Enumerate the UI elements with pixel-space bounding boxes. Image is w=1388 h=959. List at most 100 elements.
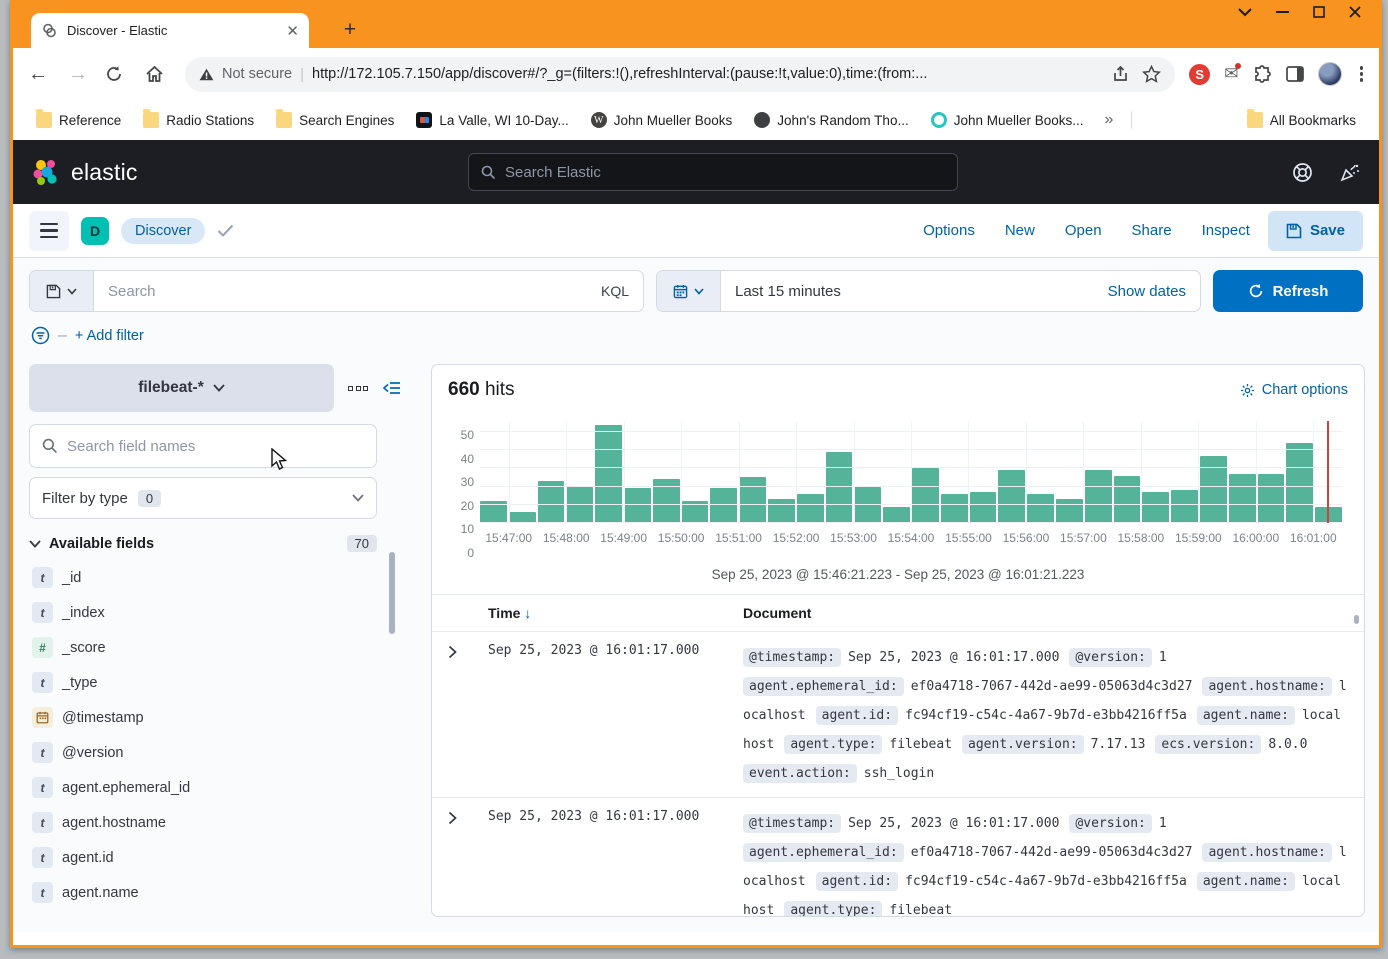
tab-close-icon[interactable]: ✕ (286, 22, 299, 40)
space-badge[interactable]: D (81, 217, 109, 245)
newsfeed-icon[interactable] (1339, 162, 1361, 183)
collapse-sidebar-icon[interactable] (382, 381, 401, 395)
date-quick-select-button[interactable] (657, 271, 721, 311)
bookmark-item[interactable]: Reference (27, 108, 130, 132)
menu-link-new[interactable]: New (1005, 222, 1035, 239)
field-item[interactable]: t_index (29, 595, 401, 630)
histogram-bar[interactable] (970, 492, 997, 523)
field-item[interactable]: tagent.ephemeral_id (29, 770, 401, 805)
field-item[interactable]: tagent.id (29, 840, 401, 875)
menu-link-share[interactable]: Share (1132, 222, 1172, 239)
menu-link-open[interactable]: Open (1065, 222, 1102, 239)
save-button[interactable]: Save (1268, 211, 1363, 251)
histogram-bar[interactable] (826, 452, 853, 523)
bookmarks-overflow-chevron[interactable]: » (1097, 111, 1122, 129)
histogram-bar[interactable] (1142, 492, 1169, 523)
filter-menu-icon[interactable] (31, 326, 50, 345)
extension-mail-icon[interactable]: ✉ (1224, 64, 1238, 84)
histogram-bar[interactable] (912, 468, 939, 523)
histogram-bar[interactable] (624, 488, 651, 523)
field-item[interactable]: tagent.hostname (29, 805, 401, 840)
time-range-value[interactable]: Last 15 minutes (721, 271, 1094, 311)
histogram-bar[interactable] (1027, 494, 1054, 523)
reload-button[interactable] (105, 65, 131, 83)
browser-menu-icon[interactable] (1356, 66, 1368, 82)
add-filter-button[interactable]: + Add filter (75, 328, 144, 344)
histogram-bar[interactable] (538, 481, 565, 523)
bookmark-item[interactable]: John Mueller Books... (922, 108, 1093, 132)
index-pattern-selector[interactable]: filebeat-* (29, 364, 334, 412)
nav-menu-icon[interactable] (29, 211, 69, 251)
histogram-bar[interactable] (1258, 474, 1285, 523)
address-bar[interactable]: Not secure | http://172.105.7.150/app/di… (185, 57, 1175, 92)
menu-link-inspect[interactable]: Inspect (1202, 222, 1250, 239)
query-language-button[interactable]: KQL (587, 271, 643, 311)
chart-options-button[interactable]: Chart options (1240, 382, 1348, 398)
histogram-bar[interactable] (710, 488, 737, 523)
sidebar-scrollbar[interactable] (389, 552, 395, 634)
expand-row-icon[interactable] (448, 809, 488, 917)
field-item[interactable]: tagent.name (29, 875, 401, 910)
bookmark-item[interactable]: Search Engines (267, 108, 403, 132)
field-item[interactable]: t_id (29, 560, 401, 595)
menu-link-options[interactable]: Options (923, 222, 975, 239)
field-item[interactable]: @timestamp (29, 700, 401, 735)
histogram-bar[interactable] (1229, 474, 1256, 523)
histogram-bar[interactable] (1085, 470, 1112, 523)
url-text[interactable]: http://172.105.7.150/app/discover#/?_g=(… (312, 66, 1104, 82)
histogram-bar[interactable] (941, 494, 968, 523)
row-timestamp: Sep 25, 2023 @ 16:01:17.000 (488, 643, 743, 788)
x-axis-tick: 15:49:00 (600, 531, 647, 545)
histogram-bar[interactable] (797, 494, 824, 523)
field-search-input[interactable] (67, 438, 364, 455)
window-close-button[interactable] (1349, 6, 1361, 18)
back-button[interactable]: ← (25, 63, 51, 86)
window-menu-chevron-icon[interactable] (1238, 8, 1252, 17)
field-search (29, 424, 377, 468)
histogram-bar[interactable] (998, 470, 1025, 523)
share-icon[interactable] (1112, 66, 1130, 83)
window-minimize-button[interactable] (1276, 11, 1289, 14)
expand-row-icon[interactable] (448, 643, 488, 788)
home-button[interactable] (145, 65, 171, 83)
field-item[interactable]: t_type (29, 665, 401, 700)
bookmark-item[interactable]: WJohn Mueller Books (582, 108, 742, 132)
bookmark-item[interactable]: La Valle, WI 10-Day... (407, 108, 577, 132)
refresh-button[interactable]: Refresh (1213, 270, 1363, 312)
field-item[interactable]: #_score (29, 630, 401, 665)
new-tab-button[interactable]: + (339, 20, 361, 42)
histogram-bar[interactable] (739, 477, 766, 523)
bookmark-item[interactable]: Radio Stations (134, 108, 263, 132)
profile-avatar[interactable] (1318, 62, 1342, 86)
elastic-logo[interactable]: elastic (31, 157, 138, 187)
forward-button[interactable]: → (65, 63, 91, 86)
bookmark-star-icon[interactable] (1142, 65, 1161, 83)
not-secure-warning-icon[interactable] (199, 68, 214, 81)
window-maximize-button[interactable] (1313, 6, 1325, 18)
histogram-bar[interactable] (883, 507, 910, 523)
field-filter-options-icon[interactable] (348, 386, 368, 391)
histogram-bar[interactable] (595, 425, 622, 523)
global-search-input[interactable] (505, 164, 945, 181)
time-column-header[interactable]: Time ↓ (488, 605, 743, 621)
histogram-bar[interactable] (1286, 443, 1313, 523)
global-search[interactable] (468, 153, 958, 191)
field-item[interactable]: t@version (29, 735, 401, 770)
extension-s-icon[interactable]: S (1189, 64, 1210, 85)
histogram-bar[interactable] (1171, 490, 1198, 523)
histogram-bar[interactable] (1200, 456, 1227, 523)
saved-query-menu-button[interactable] (30, 271, 94, 311)
browser-tab[interactable]: Discover - Elastic ✕ (31, 13, 309, 48)
available-fields-chevron-icon[interactable] (29, 540, 41, 548)
bookmark-item[interactable]: John's Random Tho... (745, 108, 917, 132)
extensions-puzzle-icon[interactable] (1253, 65, 1272, 84)
histogram-bar[interactable] (1114, 476, 1141, 523)
side-panel-icon[interactable] (1286, 66, 1304, 82)
help-icon[interactable] (1292, 162, 1313, 183)
doc-table-scrollbar[interactable] (1354, 615, 1359, 624)
filter-by-type-dropdown[interactable]: Filter by type 0 (29, 477, 377, 519)
all-bookmarks-button[interactable]: All Bookmarks (1238, 108, 1365, 132)
query-search-input[interactable] (94, 271, 587, 311)
show-dates-button[interactable]: Show dates (1094, 271, 1200, 311)
breadcrumb[interactable]: Discover (121, 218, 205, 244)
